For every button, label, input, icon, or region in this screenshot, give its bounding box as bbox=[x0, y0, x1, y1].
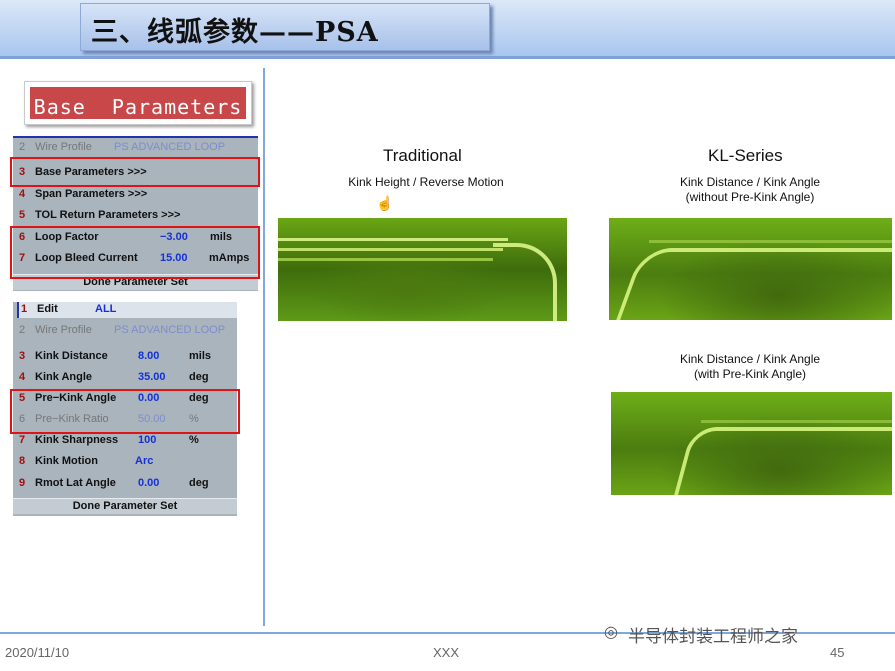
watermark: ◎ 半导体封装工程师之家 bbox=[600, 620, 870, 646]
row-number: 2 bbox=[19, 324, 26, 336]
panel-2-row[interactable]: 9 Rmot Lat Angle 0.00 deg bbox=[13, 473, 237, 493]
base-parameters-fill: Base Parameters bbox=[30, 87, 246, 119]
row-value: 35.00 bbox=[138, 371, 166, 383]
kl-caption-line: (with Pre-Kink Angle) bbox=[693, 367, 807, 381]
row-label: Wire Profile bbox=[35, 141, 92, 153]
row-unit: deg bbox=[189, 477, 209, 489]
highlight-base-parameters bbox=[10, 157, 260, 187]
panel-2-row[interactable]: 3 Kink Distance 8.00 mils bbox=[13, 346, 237, 366]
done-parameter-set-button[interactable]: Done Parameter Set bbox=[13, 498, 237, 514]
base-parameters-banner: Base Parameters bbox=[24, 81, 252, 125]
wire-bend bbox=[611, 248, 892, 320]
row-value: PS ADVANCED LOOP bbox=[114, 141, 226, 153]
kl-caption-without: Kink Distance / Kink Angle (without Pre-… bbox=[660, 175, 840, 205]
row-label: Rmot Lat Angle bbox=[35, 477, 116, 489]
vertical-divider bbox=[263, 68, 265, 626]
kl-with-prekink-photo bbox=[611, 392, 892, 495]
row-number: 1 bbox=[21, 303, 28, 315]
traditional-wire-photo bbox=[278, 218, 567, 321]
slide-title: 三、线弧参数——PSA bbox=[91, 17, 379, 48]
row-value: 0.00 bbox=[138, 477, 160, 489]
base-parameters-label: Base Parameters bbox=[33, 95, 243, 119]
hand-cursor-icon: ☝ bbox=[376, 195, 394, 211]
row-number: 5 bbox=[19, 209, 26, 221]
panel-2-row[interactable]: 4 Kink Angle 35.00 deg bbox=[13, 367, 237, 387]
panel-2-row[interactable]: 2 Wire Profile PS ADVANCED LOOP bbox=[13, 320, 237, 340]
row-number: 4 bbox=[19, 371, 26, 383]
row-label: Kink Angle bbox=[35, 371, 93, 383]
kl-caption-with: Kink Distance / Kink Angle (with Pre-Kin… bbox=[660, 352, 840, 382]
watermark-text: 半导体封装工程师之家 bbox=[628, 627, 798, 646]
row-label: Kink Distance bbox=[35, 350, 108, 362]
panel-1-row[interactable]: 4 Span Parameters >>> bbox=[13, 184, 258, 204]
kl-series-heading: KL-Series bbox=[708, 146, 783, 165]
panel-1-row[interactable]: 2 Wire Profile PS ADVANCED LOOP bbox=[13, 137, 258, 157]
highlight-pre-kink bbox=[10, 389, 240, 434]
row-number: 4 bbox=[19, 188, 26, 200]
row-unit: mils bbox=[189, 350, 212, 362]
wire-bend bbox=[669, 427, 892, 495]
footer-page-number: 45 bbox=[830, 645, 845, 660]
kl-caption-line: (without Pre-Kink Angle) bbox=[685, 190, 815, 204]
footer-center: XXX bbox=[433, 645, 460, 660]
row-number: 8 bbox=[19, 455, 26, 467]
wechat-icon: ◎ bbox=[604, 624, 618, 641]
row-value: Arc bbox=[135, 455, 154, 467]
row-label: Kink Motion bbox=[35, 455, 98, 467]
kl-caption-line: Kink Distance / Kink Angle bbox=[679, 175, 821, 189]
row-value: PS ADVANCED LOOP bbox=[114, 324, 226, 336]
row-label: Span Parameters >>> bbox=[35, 188, 148, 200]
row-label: Wire Profile bbox=[35, 324, 92, 336]
wire-bend bbox=[493, 243, 557, 321]
row-number: 2 bbox=[19, 141, 26, 153]
row-label: TOL Return Parameters >>> bbox=[35, 209, 181, 221]
kl-without-prekink-photo bbox=[609, 218, 892, 320]
footer-date: 2020/11/10 bbox=[5, 645, 70, 660]
row-value: ALL bbox=[95, 303, 117, 315]
traditional-caption: Kink Height / Reverse Motion bbox=[348, 175, 504, 189]
row-value: 8.00 bbox=[138, 350, 160, 362]
edit-row[interactable]: 1 Edit ALL bbox=[17, 302, 237, 318]
kl-caption-line: Kink Distance / Kink Angle bbox=[679, 352, 821, 366]
traditional-heading: Traditional bbox=[383, 146, 462, 165]
highlight-loop-settings bbox=[10, 226, 260, 279]
title-banner: 三、线弧参数——PSA bbox=[80, 3, 490, 51]
row-label: Edit bbox=[37, 303, 58, 315]
panel-2-row[interactable]: 8 Kink Motion Arc bbox=[13, 451, 237, 471]
row-number: 3 bbox=[19, 350, 26, 362]
row-unit: deg bbox=[189, 371, 209, 383]
panel-1-row[interactable]: 5 TOL Return Parameters >>> bbox=[13, 205, 258, 225]
header-divider bbox=[0, 56, 895, 59]
row-number: 9 bbox=[19, 477, 26, 489]
